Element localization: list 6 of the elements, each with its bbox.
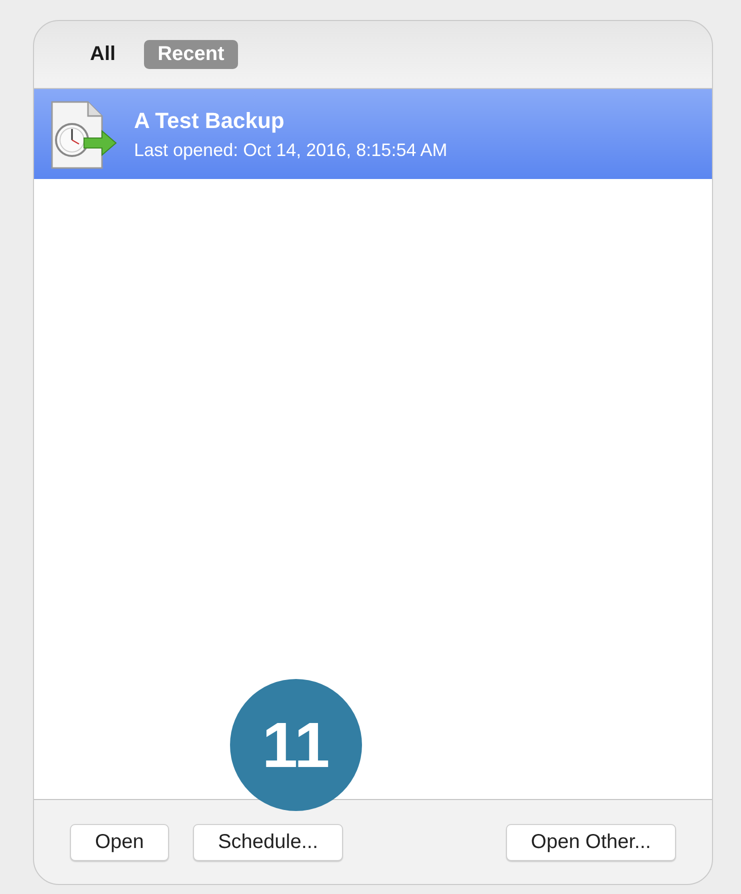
last-opened-text: Last opened: Oct 14, 2016, 8:15:54 AM	[134, 140, 448, 160]
tab[interactable]: All	[76, 40, 130, 69]
dialog-button[interactable]: Open Other...	[506, 824, 676, 860]
document-name: A Test Backup	[134, 108, 286, 134]
dialog-button[interactable]: Open	[70, 824, 169, 860]
dialog-button[interactable]: Schedule...	[192, 824, 344, 860]
